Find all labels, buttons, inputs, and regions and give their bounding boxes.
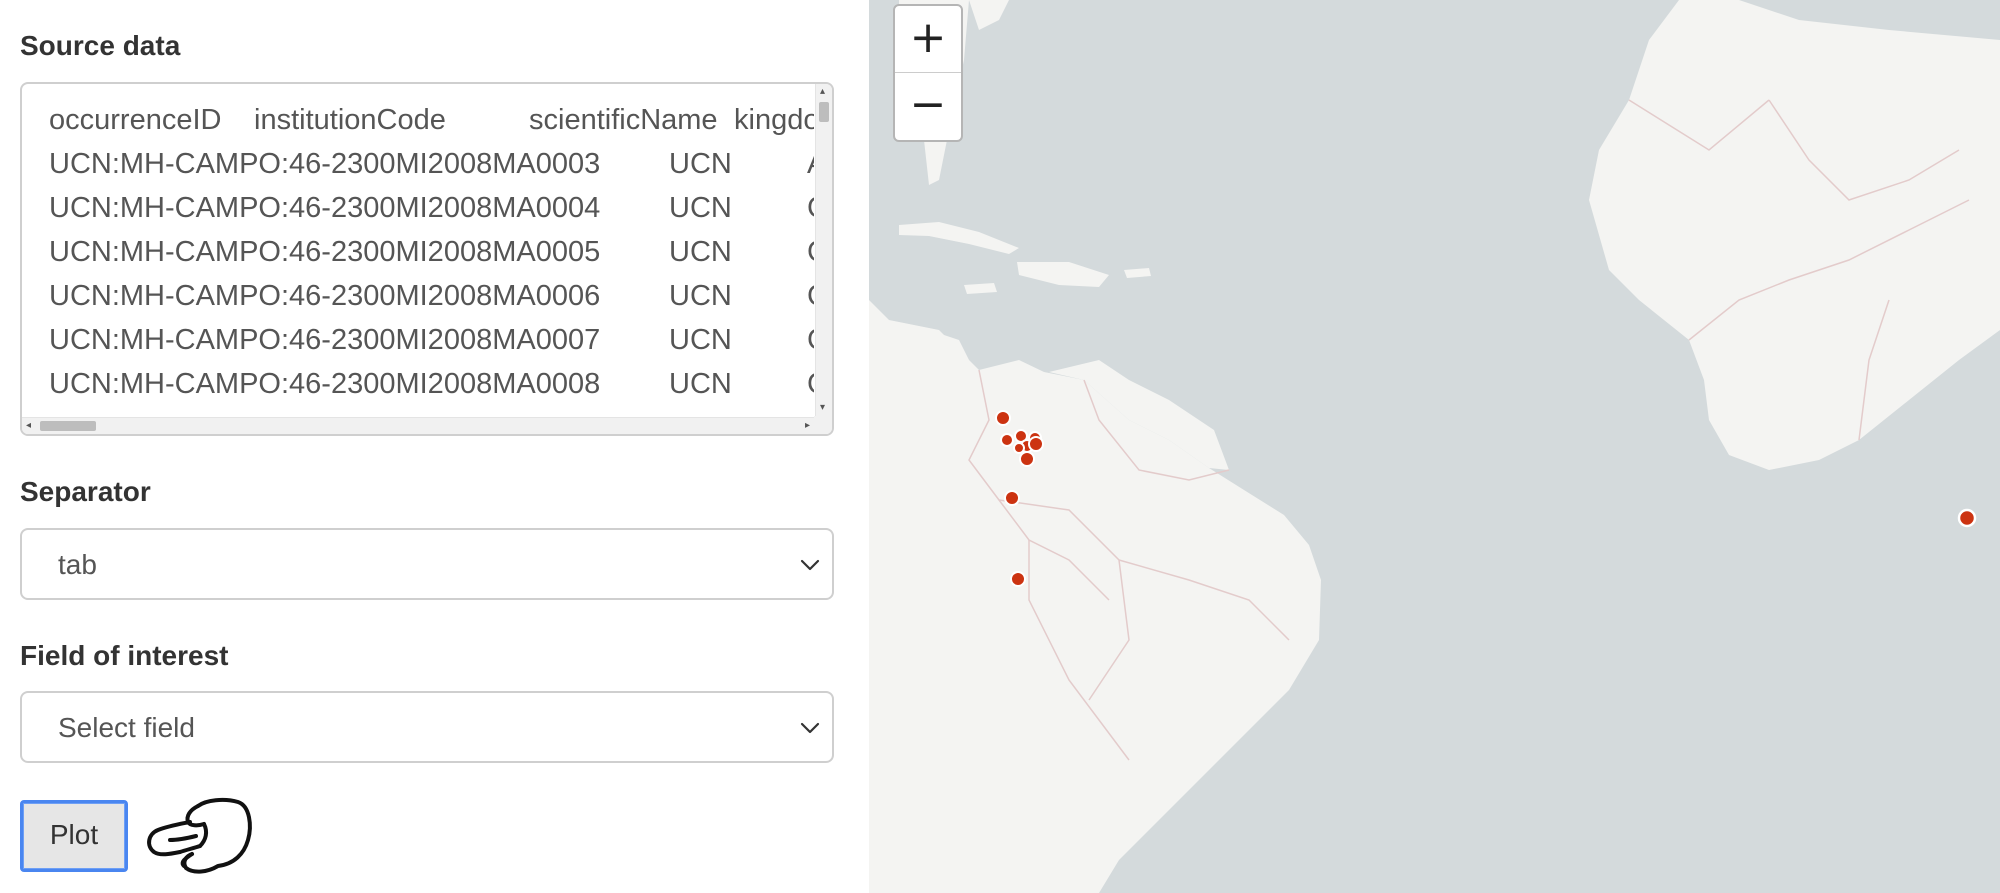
horizontal-scrollbar-thumb[interactable] (40, 421, 96, 431)
header-cell: kingdo (734, 104, 814, 136)
occurrence-marker[interactable] (1028, 436, 1044, 452)
table-row: UCN:MH-CAMPO:46-2300MI2008MA0005 UCN C (49, 230, 814, 274)
source-table: occurrenceID institutionCode scientificNam… (49, 98, 814, 416)
pointing-hand-icon (147, 797, 252, 874)
zoom-out-button[interactable]: − (895, 73, 961, 139)
table-cell: UCN:MH-CAMPO:46-2300MI2008MA0006 (49, 280, 601, 312)
header-cell: institutionCode (254, 104, 446, 136)
table-cell: A (807, 148, 814, 180)
scroll-left-arrow-icon[interactable]: ◂ (26, 421, 31, 431)
scroll-up-arrow-icon[interactable]: ▴ (820, 87, 825, 97)
textarea-resize-corner[interactable] (814, 416, 832, 434)
table-cell: UCN (669, 148, 732, 180)
table-row: UCN:MH-CAMPO:46-2300MI2008MA0008 UCN C (49, 362, 814, 406)
field-selected-value: Select field (58, 712, 195, 743)
map-canvas[interactable] (869, 0, 2000, 893)
source-data-textarea[interactable]: occurrenceID institutionCode scientificNam… (20, 82, 834, 436)
field-of-interest-select[interactable]: Select field (20, 691, 834, 763)
source-data-content: occurrenceID institutionCode scientificNam… (22, 84, 814, 416)
left-panel: Source data occurrenceID institutionCode s… (0, 0, 869, 893)
separator-selected-value: tab (58, 549, 97, 580)
field-of-interest-label: Field of interest (20, 640, 229, 671)
table-header-row: occurrenceID institutionCode scientificNam… (49, 98, 814, 142)
zoom-in-button[interactable]: + (895, 6, 961, 73)
horizontal-scrollbar[interactable]: ◂ ▸ (22, 417, 814, 434)
table-cell: UCN (669, 280, 732, 312)
scroll-right-arrow-icon[interactable]: ▸ (805, 421, 810, 431)
vertical-scrollbar[interactable]: ▴ ▾ (815, 84, 832, 416)
header-cell: scientificName (529, 104, 718, 136)
occurrence-marker[interactable] (1957, 508, 1977, 528)
occurrence-marker[interactable] (1010, 571, 1026, 587)
table-row: UCN:MH-CAMPO:46-2300MI2008MA0007 UCN C (49, 318, 814, 362)
table-cell: UCN:MH-CAMPO:46-2300MI2008MA0008 (49, 368, 601, 400)
table-cell: UCN:MH-CAMPO:46-2300MI2008MA0005 (49, 236, 601, 268)
table-row: UCN:MH-CAMPO:46-2300MI2008MA0006 UCN C (49, 274, 814, 318)
source-data-label: Source data (20, 30, 181, 61)
zoom-control: + − (893, 4, 963, 142)
separator-select[interactable]: tab (20, 528, 834, 600)
table-cell: C (807, 368, 814, 400)
table-row: UCN:MH-CAMPO:46-2300MI2008MA0009UCNC (49, 406, 814, 416)
table-cell: UCN:MH-CAMPO:46-2300MI2008MA0004 (49, 192, 601, 224)
table-cell: UCN:MH-CAMPO:46-2300MI2008MA0007 (49, 324, 601, 356)
plot-button[interactable]: Plot (20, 800, 128, 872)
occurrence-marker[interactable] (995, 410, 1011, 426)
occurrence-marker[interactable] (1019, 451, 1035, 467)
table-row: UCN:MH-CAMPO:46-2300MI2008MA0003 UCN A (49, 142, 814, 186)
header-cell: occurrenceID (49, 104, 222, 136)
table-row: UCN:MH-CAMPO:46-2300MI2008MA0004 UCN C (49, 186, 814, 230)
chevron-down-icon (800, 559, 820, 571)
occurrence-marker[interactable] (1004, 490, 1020, 506)
separator-label: Separator (20, 476, 151, 507)
vertical-scrollbar-thumb[interactable] (819, 102, 829, 122)
table-cell: UCN:MH-CAMPO:46-2300MI2008MA0009 (49, 406, 669, 416)
table-cell: UCN (669, 236, 732, 268)
table-cell: UCN:MH-CAMPO:46-2300MI2008MA0003 (49, 148, 601, 180)
map-tiles (869, 0, 2000, 893)
occurrence-marker[interactable] (1000, 433, 1014, 447)
table-cell: C (807, 280, 814, 312)
table-cell: C (807, 192, 814, 224)
table-cell: UCN (669, 406, 807, 416)
table-cell: C (807, 412, 814, 416)
scroll-down-arrow-icon[interactable]: ▾ (820, 403, 825, 413)
chevron-down-icon (800, 722, 820, 734)
table-cell: UCN (669, 324, 732, 356)
table-cell: UCN (669, 192, 732, 224)
table-cell: C (807, 236, 814, 268)
table-cell: C (807, 324, 814, 356)
occurrence-marker[interactable] (1013, 442, 1025, 454)
table-cell: UCN (669, 368, 732, 400)
